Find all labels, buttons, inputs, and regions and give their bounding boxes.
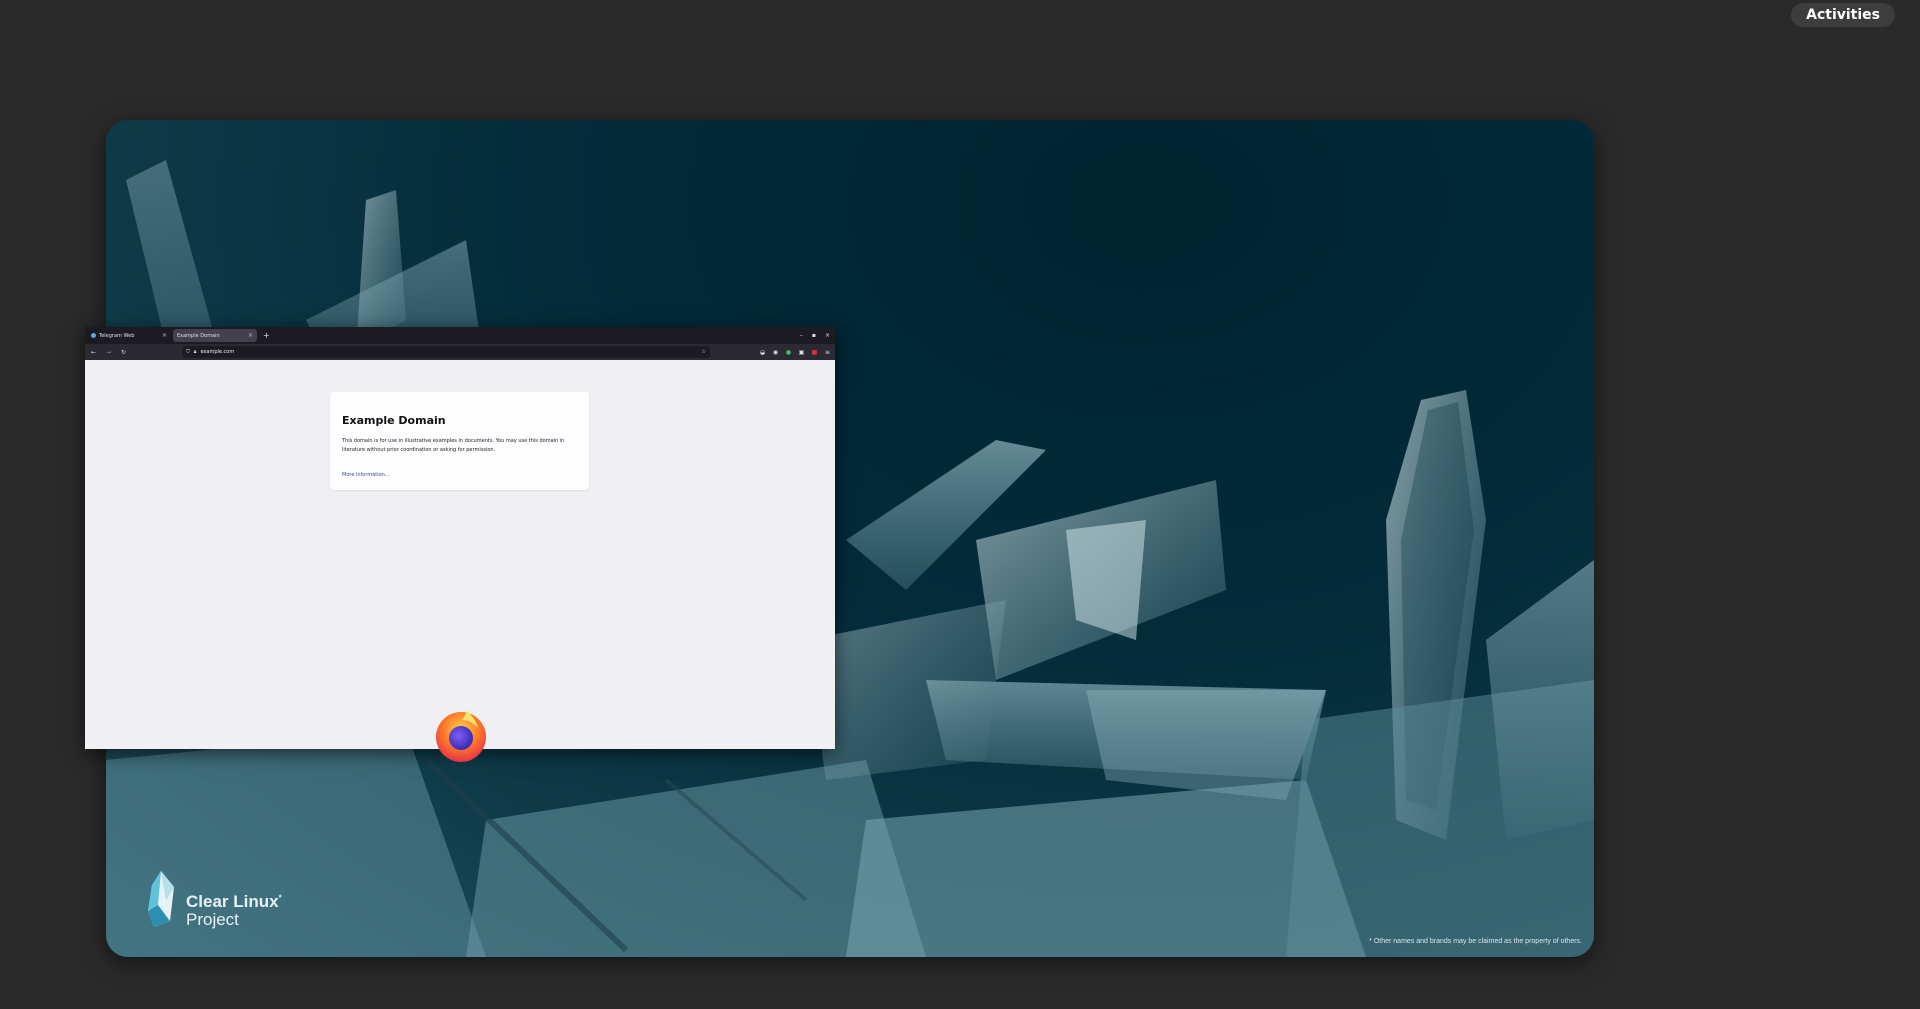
page-paragraph: This domain is for use in illustrative e… [342,438,565,453]
firefox-window-thumbnail[interactable]: Telegram Web × Example Domain × + – ▪ × … [85,327,835,749]
tab-example-domain[interactable]: Example Domain × [173,329,257,342]
page-heading: Example Domain [342,414,446,427]
tab-label: Telegram Web [99,332,135,339]
tab-label: Example Domain [177,332,220,339]
tab-bar: Telegram Web × Example Domain × + – ▪ × [85,327,835,344]
back-arrow-icon[interactable]: ← [89,349,98,356]
lock-icon[interactable]: 🔒︎ [194,349,197,355]
telegram-icon [91,333,96,338]
navigation-toolbar: ← → ↻ ⛉ 🔒︎ example.com ☆ ◒ ◉ ● ▣ ■ ≡ [85,344,835,360]
menu-icon[interactable]: ≡ [824,349,831,356]
page-content: Example Domain This domain is for use in… [85,360,835,749]
extension-icon[interactable]: ◉ [772,349,779,356]
address-bar[interactable]: ⛉ 🔒︎ example.com ☆ [182,346,710,358]
clear-linux-crystal-icon [148,871,174,927]
green-extension-icon[interactable]: ● [785,349,792,356]
new-tab-button[interactable]: + [263,331,270,340]
forward-arrow-icon[interactable]: → [104,349,113,356]
more-information-link[interactable]: More information... [342,472,390,478]
minimize-button[interactable]: – [800,332,803,339]
activities-button[interactable]: Activities [1791,3,1895,27]
trademark-disclaimer: * Other names and brands may be claimed … [1369,938,1582,945]
maximize-button[interactable]: ▪ [812,332,816,339]
firefox-icon[interactable] [432,706,490,764]
reload-icon[interactable]: ↻ [119,349,128,356]
logo-line1: Clear Linux [186,892,279,912]
red-extension-icon[interactable]: ■ [811,349,818,356]
screenshot-icon[interactable]: ▣ [798,349,805,356]
close-window-button[interactable]: × [825,332,830,339]
shield-icon[interactable]: ⛉ [186,349,190,355]
close-tab-icon[interactable]: × [162,332,167,339]
url-text: example.com [200,349,235,355]
close-tab-icon[interactable]: × [248,332,253,339]
logo-line2: Project [186,910,239,930]
logo-trademark: * [278,893,282,903]
pocket-icon[interactable]: ◒ [759,349,766,356]
example-domain-card: Example Domain This domain is for use in… [330,392,589,490]
bookmark-star-icon[interactable]: ☆ [702,349,706,355]
tab-telegram[interactable]: Telegram Web × [87,329,171,342]
clear-linux-logo: Clear Linux* Project [144,871,282,929]
